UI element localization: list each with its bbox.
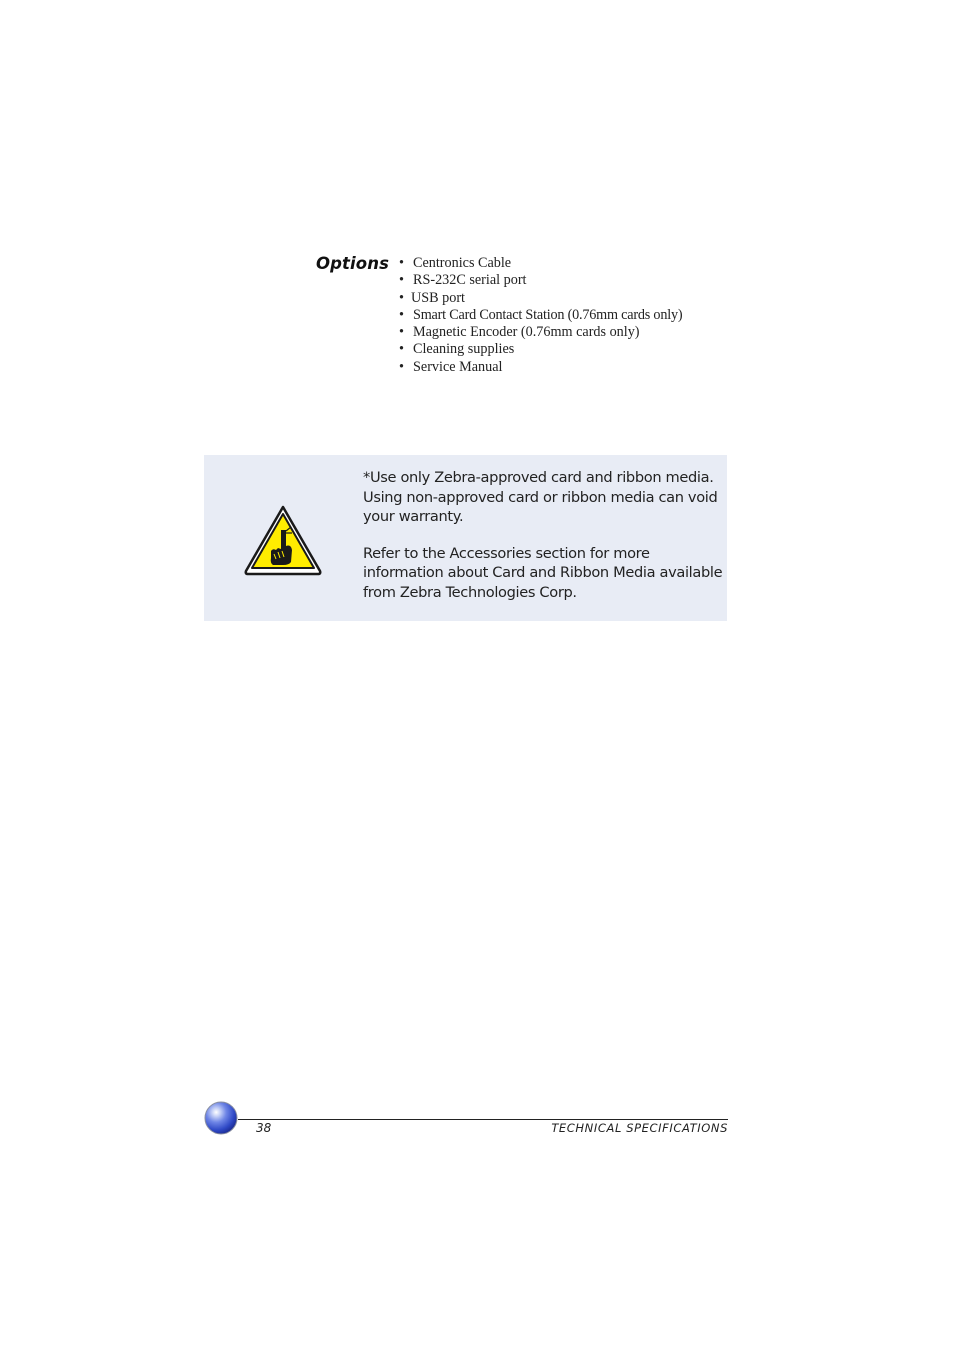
options-item: • USB port bbox=[399, 289, 465, 306]
options-item: • Cleaning supplies bbox=[399, 341, 515, 358]
bullet: • bbox=[399, 358, 404, 375]
page-number: 38 bbox=[256, 1121, 272, 1135]
options-item: • Smart Card Contact Station (0.76mm card… bbox=[399, 306, 683, 323]
note-text: *Use only Zebra-approved card and ribbon… bbox=[363, 468, 723, 620]
options-item: • RS-232C serial port bbox=[399, 272, 527, 289]
bullet: • bbox=[399, 255, 404, 271]
bullet: • bbox=[399, 341, 404, 358]
options-list: • Centronics Cable • RS-232C serial port •… bbox=[399, 255, 683, 376]
section-title: TECHNICAL SPECIFICATIONS bbox=[551, 1121, 728, 1135]
note-paragraph: *Use only Zebra-approved card and ribbon… bbox=[363, 469, 718, 526]
options-item: • Centronics Cable bbox=[399, 255, 512, 271]
options-heading: Options bbox=[316, 254, 389, 273]
bullet: • bbox=[399, 289, 404, 306]
bullet: • bbox=[399, 306, 404, 323]
caution-note: *Use only Zebra-approved card and ribbon… bbox=[204, 455, 727, 621]
caution-hand-icon bbox=[244, 505, 322, 576]
bullet: • bbox=[399, 272, 404, 289]
options-item: • Service Manual bbox=[399, 358, 503, 375]
options-item: • Magnetic Encoder (0.76mm cards only) bbox=[399, 324, 640, 341]
note-paragraph: Refer to the Accessories section for mor… bbox=[363, 544, 723, 601]
blue-sphere-icon bbox=[204, 1101, 238, 1135]
footer-rule bbox=[238, 1119, 728, 1120]
bullet: • bbox=[399, 324, 404, 341]
